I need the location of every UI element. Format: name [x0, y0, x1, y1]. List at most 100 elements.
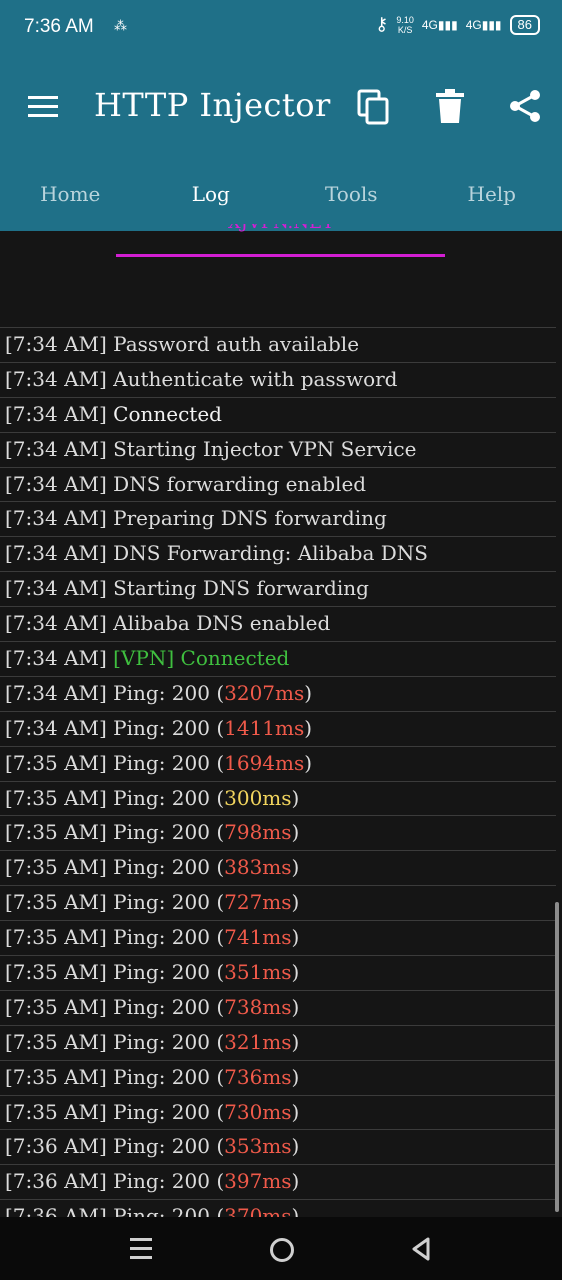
ping-value: 1694ms [224, 750, 305, 775]
trash-icon[interactable] [436, 89, 464, 123]
ping-value: 727ms [224, 890, 292, 915]
log-time: [7:34 AM] [5, 471, 114, 496]
log-row: [7:35 AM] Ping: 200 (736ms) [0, 1059, 556, 1095]
ping-label: Ping: 200 ( [113, 925, 225, 950]
ping-value: 741ms [224, 925, 292, 950]
ping-close: ) [291, 1099, 300, 1124]
log-row: [7:35 AM] Ping: 200 (1694ms) [0, 745, 556, 781]
ping-value: 351ms [224, 960, 292, 985]
log-time: [7:34 AM] [5, 366, 114, 391]
ping-close: ) [304, 715, 313, 740]
ping-close: ) [291, 1029, 300, 1054]
log-time: [7:35 AM] [5, 890, 114, 915]
log-time: [7:34 AM] [5, 611, 114, 636]
tab-log[interactable]: Log [141, 174, 282, 214]
ping-value: 383ms [224, 855, 292, 880]
log-time: [7:35 AM] [5, 1064, 114, 1089]
ping-value: 397ms [224, 1169, 292, 1194]
status-icons: ⚷ 9.10 K/S 4G▮▮▮ 4G▮▮▮ 86 [375, 14, 540, 35]
menu-icon[interactable] [28, 96, 58, 118]
log-time: [7:34 AM] [5, 332, 114, 356]
log-row: [7:34 AM] Password auth available [0, 327, 556, 362]
log-message: Preparing DNS forwarding [113, 506, 387, 531]
ping-label: Ping: 200 ( [113, 750, 225, 775]
ping-value: 730ms [224, 1099, 292, 1124]
tab-help[interactable]: Help [422, 174, 562, 214]
log-time: [7:35 AM] [5, 925, 114, 950]
log-row: [7:34 AM] Ping: 200 (1411ms) [0, 710, 556, 746]
log-message: DNS forwarding enabled [113, 471, 367, 496]
log-time: [7:34 AM] [5, 576, 114, 601]
tab-tools[interactable]: Tools [281, 174, 422, 214]
log-time: [7:35 AM] [5, 820, 114, 845]
log-row: [7:36 AM] Ping: 200 (353ms) [0, 1129, 556, 1164]
log-row: [7:34 AM] DNS Forwarding: Alibaba DNS [0, 536, 556, 571]
ping-value: 353ms [224, 1134, 292, 1159]
banner-text: XJVPN.NET [0, 224, 562, 238]
log-row: [7:35 AM] Ping: 200 (730ms) [0, 1094, 556, 1130]
log-message: DNS Forwarding: Alibaba DNS [113, 541, 428, 566]
nav-menu-icon[interactable] [130, 1238, 152, 1265]
log-message: Starting DNS forwarding [113, 576, 369, 601]
ping-label: Ping: 200 ( [113, 1134, 225, 1159]
ping-close: ) [291, 820, 300, 845]
log-row: [7:36 AM] Ping: 200 (397ms) [0, 1164, 556, 1199]
ping-label: Ping: 200 ( [113, 1169, 225, 1194]
copy-icon[interactable] [356, 89, 392, 125]
ping-value: 321ms [224, 1029, 292, 1054]
log-row: [7:34 AM] Ping: 200 (3207ms) [0, 675, 556, 711]
ping-label: Ping: 200 ( [113, 785, 225, 810]
ping-close: ) [291, 1064, 300, 1089]
ping-close: ) [291, 1134, 300, 1159]
log-message: [VPN] Connected [113, 646, 290, 671]
signal-icon: 4G▮▮▮ [421, 17, 458, 32]
log-row: [7:35 AM] Ping: 200 (741ms) [0, 920, 556, 955]
tab-home[interactable]: Home [0, 174, 141, 214]
ping-value: 736ms [224, 1064, 292, 1089]
ping-close: ) [304, 680, 313, 705]
ping-close: ) [291, 1169, 300, 1194]
ping-label: Ping: 200 ( [113, 820, 225, 845]
status-bar: 7:36 AM ⁂ ⚷ 9.10 K/S 4G▮▮▮ 4G▮▮▮ 86 [0, 0, 562, 56]
scrollbar[interactable] [555, 902, 559, 1212]
log-message: Connected [113, 401, 222, 426]
log-row: [7:34 AM] Preparing DNS forwarding [0, 501, 556, 536]
log-time: [7:34 AM] [5, 646, 114, 671]
ping-close: ) [304, 750, 313, 775]
banner-underline [116, 254, 445, 257]
ping-close: ) [291, 994, 300, 1019]
log-message: Starting Injector VPN Service [113, 436, 417, 461]
ping-value: 3207ms [224, 680, 305, 705]
ping-value: 798ms [224, 820, 292, 845]
status-time: 7:36 AM [24, 16, 94, 37]
log-message: Password auth available [113, 332, 360, 356]
log-row: [7:34 AM] Starting DNS forwarding [0, 571, 556, 606]
ping-label: Ping: 200 ( [113, 1064, 225, 1089]
log-row: [7:35 AM] Ping: 200 (727ms) [0, 885, 556, 920]
ping-value: 738ms [224, 994, 292, 1019]
nav-back-icon[interactable] [410, 1237, 432, 1261]
net-speed: 9.10 K/S [396, 15, 414, 35]
log-row: [7:35 AM] Ping: 200 (321ms) [0, 1024, 556, 1060]
log-time: [7:35 AM] [5, 1099, 114, 1124]
log-time: [7:34 AM] [5, 715, 114, 740]
log-time: [7:35 AM] [5, 855, 114, 880]
log-row: [7:34 AM] Authenticate with password [0, 361, 556, 397]
nav-home-icon[interactable] [270, 1238, 294, 1262]
tab-bar: Home Log Tools Help [0, 174, 562, 214]
app-bar: HTTP Injector Home Log Tools Help [0, 56, 562, 231]
log-list[interactable]: [7:34 AM] Password auth available [7:34 A… [0, 327, 556, 1217]
log-row: [7:34 AM] [VPN] Connected [0, 641, 556, 676]
ping-label: Ping: 200 ( [113, 890, 225, 915]
log-row: [7:35 AM] Ping: 200 (738ms) [0, 989, 556, 1025]
log-row: [7:36 AM] Ping: 200 (370ms) [0, 1199, 556, 1217]
log-time: [7:34 AM] [5, 436, 114, 461]
key-icon: ⚷ [375, 14, 389, 34]
ping-label: Ping: 200 ( [113, 960, 225, 985]
ping-close: ) [291, 1204, 300, 1217]
share-icon[interactable] [508, 89, 542, 123]
ping-close: ) [291, 785, 300, 810]
log-time: [7:35 AM] [5, 960, 114, 985]
log-row: [7:35 AM] Ping: 200 (383ms) [0, 850, 556, 885]
log-time: [7:36 AM] [5, 1169, 114, 1194]
